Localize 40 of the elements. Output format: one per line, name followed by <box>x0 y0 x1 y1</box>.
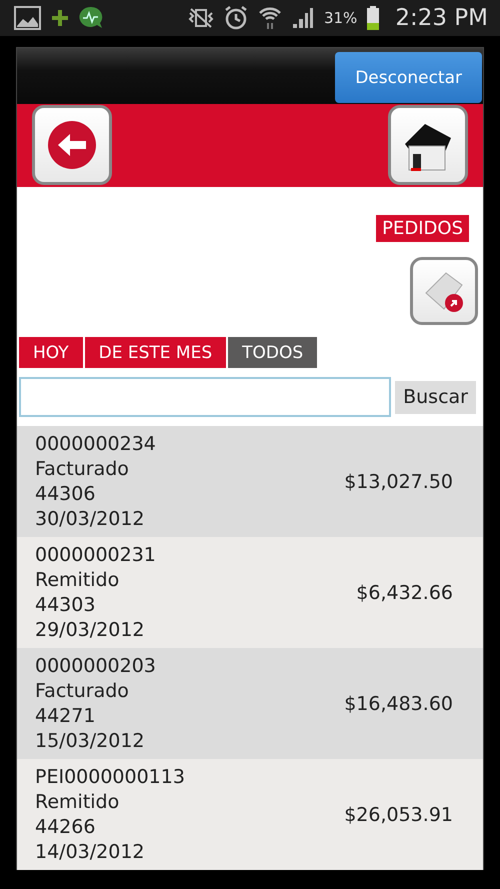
search-field[interactable] <box>19 377 392 417</box>
order-amount: $16,483.60 <box>344 692 453 714</box>
chat-pulse-icon <box>79 6 103 30</box>
logout-button[interactable]: Desconectar <box>335 52 482 103</box>
picture-icon <box>14 6 41 30</box>
order-status: Remitido <box>35 568 120 592</box>
filter-tab[interactable]: DE ESTE MES <box>84 337 226 368</box>
order-date: 29/03/2012 <box>35 618 146 642</box>
vibrate-mute-icon <box>188 7 214 29</box>
signal-icon <box>292 7 314 29</box>
order-date: 15/03/2012 <box>35 728 146 754</box>
battery-percent: 31% <box>324 9 358 27</box>
alarm-clock-icon <box>224 5 248 31</box>
order-number: 0000000234 <box>35 432 157 456</box>
wifi-icon <box>258 5 282 31</box>
order-number: 0000000203 <box>35 654 157 678</box>
order-amount: $13,027.50 <box>344 470 453 492</box>
clock-time: 2:23 PM <box>395 5 488 31</box>
order-code: 44271 <box>35 704 96 728</box>
order-status: Facturado <box>35 678 130 704</box>
order-status: Remitido <box>35 790 120 814</box>
filter-tab[interactable]: TODOS <box>228 337 318 368</box>
filter-tab[interactable]: HOY <box>19 337 83 368</box>
document-button[interactable] <box>410 257 478 326</box>
order-number: PEI0000000113 <box>35 764 186 790</box>
order-code: 44303 <box>35 592 96 618</box>
search-button[interactable]: Buscar <box>395 380 476 414</box>
plus-icon <box>51 9 69 27</box>
section-title: PEDIDOS <box>376 215 469 242</box>
order-amount: $26,053.91 <box>344 804 453 826</box>
order-code: 44266 <box>35 814 96 840</box>
order-date: 14/03/2012 <box>35 840 146 864</box>
order-code: 44306 <box>35 482 96 506</box>
back-button[interactable] <box>32 105 112 186</box>
order-date: 30/03/2012 <box>35 506 146 532</box>
order-number: 0000000231 <box>35 542 157 568</box>
battery-icon <box>367 6 380 30</box>
order-amount: $6,432.66 <box>356 582 453 604</box>
order-status: Facturado <box>35 456 130 482</box>
home-button[interactable] <box>388 105 468 186</box>
